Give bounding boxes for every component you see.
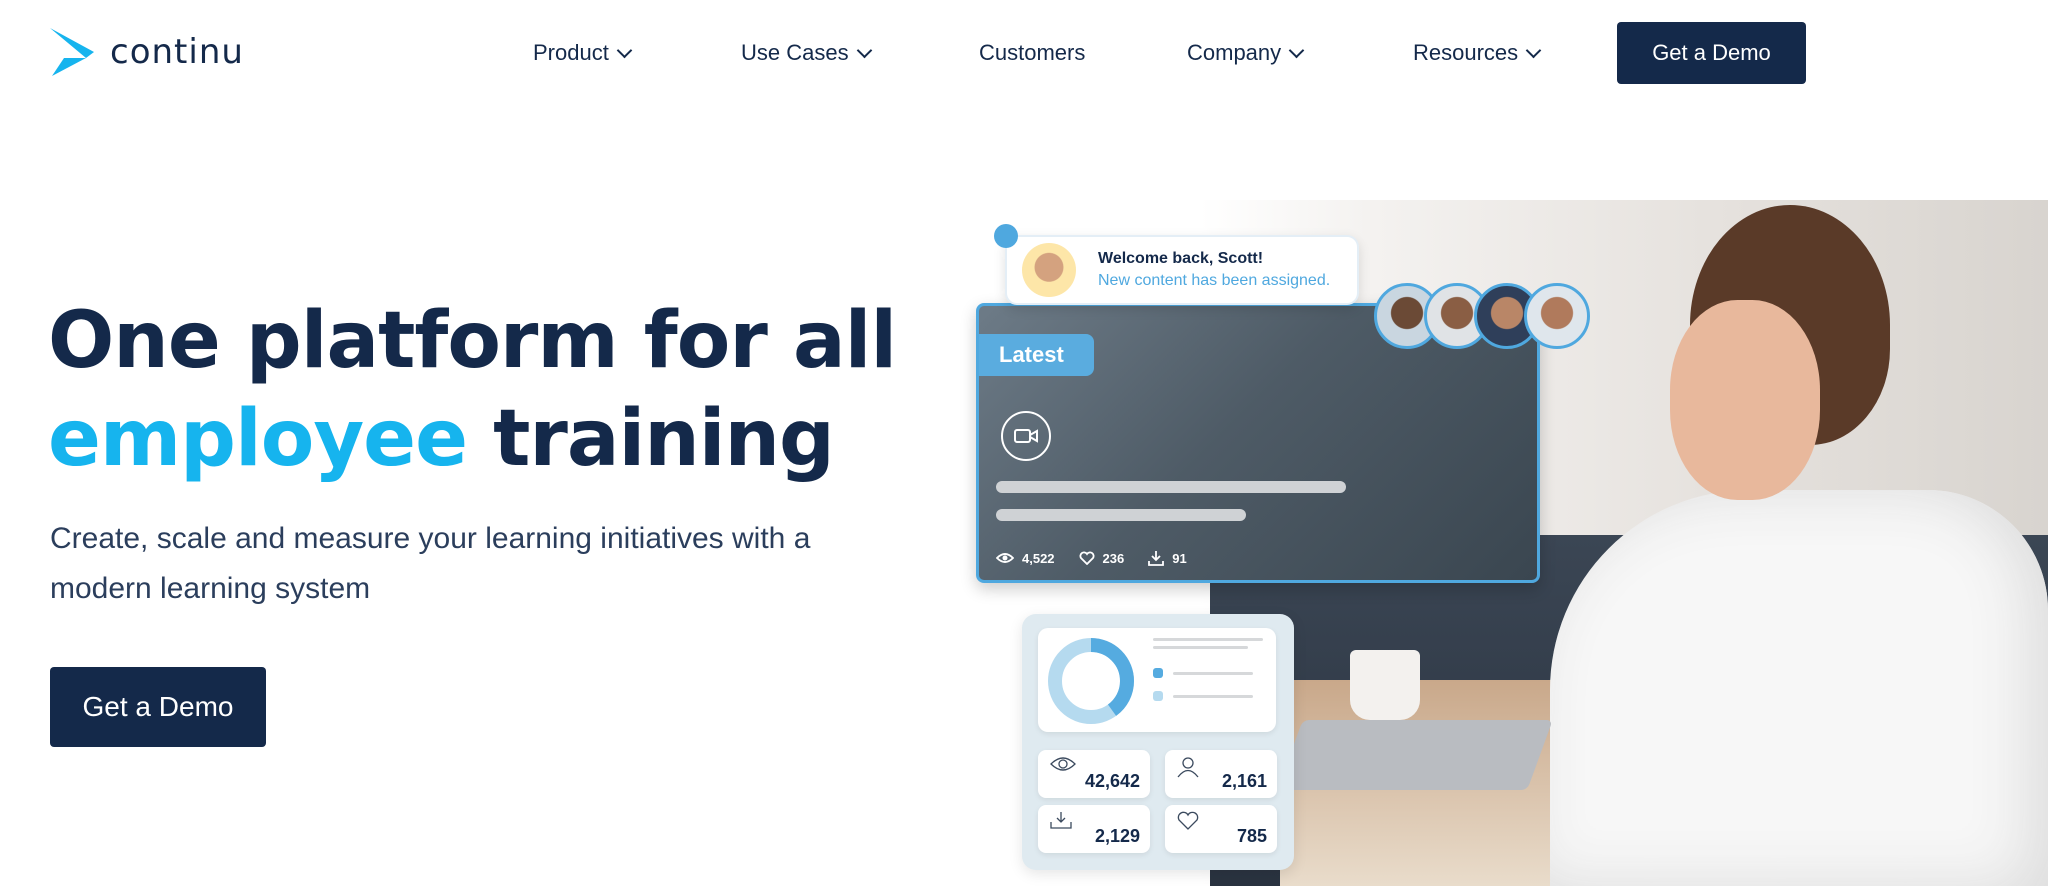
views-count: 4,522 (1022, 550, 1055, 566)
download-icon (1050, 812, 1072, 829)
nav-resources[interactable]: Resources (1413, 40, 1542, 66)
logo-arrow-icon (50, 28, 94, 76)
stat-downloads: 2,129 (1038, 805, 1150, 853)
text-placeholder (1153, 638, 1263, 641)
chevron-down-icon (856, 42, 872, 58)
video-stats: 4,522 236 91 (996, 550, 1187, 566)
stat-value: 42,642 (1084, 771, 1140, 791)
heart-icon (1177, 811, 1199, 830)
notification-dot (994, 224, 1018, 248)
photo-person (1550, 490, 2048, 886)
nav-label: Customers (979, 40, 1086, 65)
legend-swatch (1153, 691, 1163, 701)
legend-placeholder (1173, 672, 1253, 675)
title-placeholder (996, 481, 1346, 493)
text-placeholder (1153, 646, 1248, 649)
nav-product[interactable]: Product (533, 40, 633, 66)
notification-title: Welcome back, Scott! (1098, 250, 1264, 267)
notification-subtitle: New content has been assigned. (1098, 272, 1331, 289)
nav-customers[interactable]: Customers (979, 40, 1085, 66)
likes-count: 236 (1102, 550, 1125, 566)
chevron-down-icon (616, 42, 633, 58)
photo-person-face (1670, 300, 1820, 500)
nav-company[interactable]: Company (1187, 40, 1305, 66)
stats-card: 42,642 2,161 2,129 785 (1022, 614, 1294, 870)
download-icon (1148, 551, 1165, 566)
nav-use-cases[interactable]: Use Cases (741, 40, 872, 66)
hero-title: One platform for all employee training (48, 292, 897, 488)
chevron-down-icon (1525, 42, 1542, 58)
nav-label: Resources (1413, 40, 1519, 65)
eye-icon (1050, 757, 1076, 771)
stat-views: 42,642 (1038, 750, 1150, 798)
stat-likes: 785 (1165, 805, 1277, 853)
video-camera-icon[interactable] (1001, 411, 1051, 461)
nav-label: Product (533, 40, 609, 65)
notification-card: Welcome back, Scott! New content has been… (1005, 235, 1359, 305)
hero-get-demo-button[interactable]: Get a Demo (50, 667, 266, 747)
legend-placeholder (1173, 695, 1253, 698)
stat-value: 2,161 (1221, 771, 1267, 791)
hero-subtitle: Create, scale and measure your learning … (50, 522, 811, 605)
nav-get-demo-button[interactable]: Get a Demo (1617, 22, 1806, 84)
nav-label: Company (1187, 40, 1282, 65)
stat-users: 2,161 (1165, 750, 1277, 798)
logo-text: continu (110, 32, 244, 72)
avatar (1524, 283, 1590, 349)
downloads-count: 91 (1172, 550, 1187, 566)
user-icon (1177, 757, 1199, 778)
logo[interactable]: continu (50, 28, 244, 76)
stat-value: 2,129 (1094, 826, 1140, 846)
legend-swatch (1153, 668, 1163, 678)
stat-value: 785 (1236, 826, 1267, 846)
heart-icon (1079, 551, 1094, 565)
title-placeholder (996, 509, 1246, 521)
donut-chart (1048, 638, 1134, 724)
nav-label: Use Cases (741, 40, 849, 65)
latest-badge: Latest (979, 334, 1094, 376)
photo-cup (1350, 650, 1420, 720)
chevron-down-icon (1288, 42, 1305, 58)
avatar (1022, 243, 1076, 297)
photo-laptop (1277, 720, 1553, 790)
hero-title-line2: training (493, 394, 835, 484)
donut-chart-box (1038, 628, 1276, 732)
avatar-group (1374, 283, 1590, 349)
hero-title-line1: One platform for all (48, 296, 897, 386)
eye-icon (996, 553, 1014, 563)
hero-title-accent: employee (48, 394, 468, 484)
